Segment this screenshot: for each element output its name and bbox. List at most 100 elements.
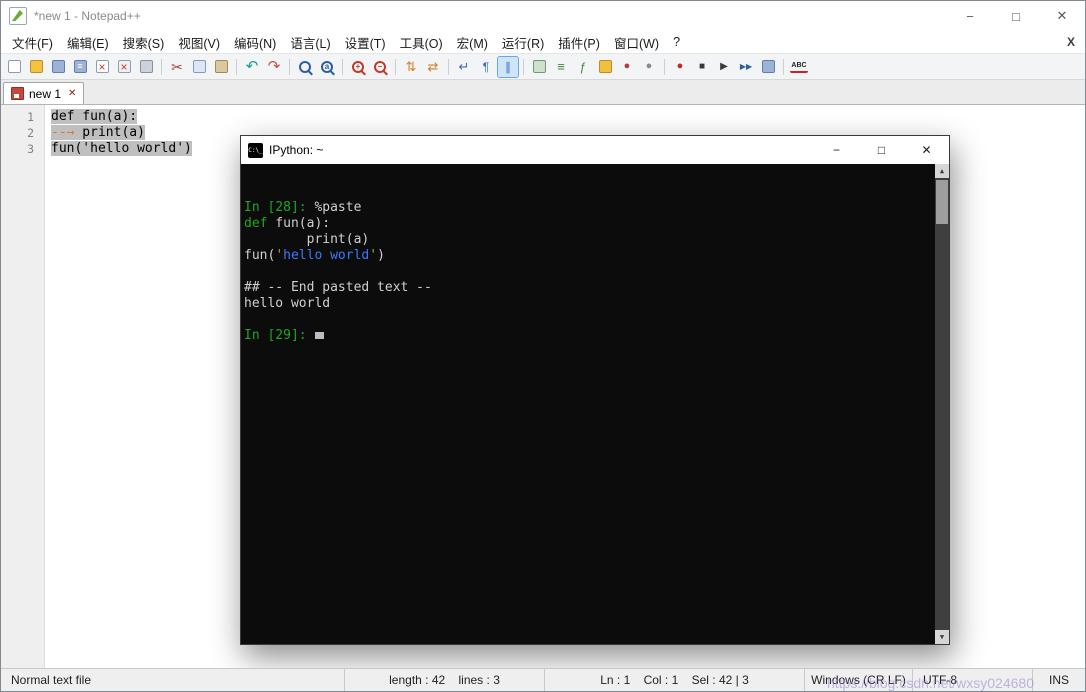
console-text: ' — [369, 248, 377, 263]
statusbar-encoding[interactable]: UTF-8 — [913, 669, 1033, 691]
spell-check-icon[interactable]: ABC — [789, 57, 809, 77]
menu-item-encoding[interactable]: 编码(N) — [227, 31, 283, 54]
save-all-icon[interactable]: ≡ — [70, 57, 90, 77]
menu-item-file[interactable]: 文件(F) — [5, 31, 60, 54]
scroll-down-icon[interactable]: ▼ — [935, 630, 949, 644]
cut-glyph: ✂ — [170, 60, 184, 73]
toolbar-separator — [395, 59, 396, 75]
redo-glyph: ↷ — [267, 60, 282, 73]
editor-area[interactable]: 123 def fun(a):--→ print(a)fun('hello wo… — [1, 105, 1085, 668]
copy-icon[interactable] — [189, 57, 209, 77]
menu-item-macro[interactable]: 宏(M) — [450, 31, 495, 54]
find-icon[interactable] — [295, 57, 315, 77]
function-list-glyph: ƒ — [577, 60, 590, 73]
plugin-yellow-glyph — [599, 60, 612, 73]
window-controls: − □ ✕ — [947, 1, 1085, 31]
line-number-gutter: 123 — [1, 105, 45, 668]
menu-item-tools[interactable]: 工具(O) — [393, 31, 450, 54]
console-minimize-button[interactable]: − — [814, 136, 859, 164]
save-all-glyph: ≡ — [74, 60, 87, 73]
console-title-bar[interactable]: C:\_ IPython: ~ − □ ✕ — [241, 136, 949, 164]
show-all-characters-glyph: ¶ — [480, 60, 493, 73]
scrollbar-thumb[interactable] — [936, 180, 948, 224]
show-all-characters-icon[interactable]: ¶ — [476, 57, 496, 77]
menu-item-plugins[interactable]: 插件(P) — [551, 31, 607, 54]
statusbar-eol-format[interactable]: Windows (CR LF) — [805, 669, 913, 691]
document-map-icon[interactable] — [529, 57, 549, 77]
console-cursor — [315, 332, 324, 339]
close-all-icon[interactable]: × — [114, 57, 134, 77]
menu-item-window[interactable]: 窗口(W) — [607, 31, 666, 54]
code-text: def fun(a): — [51, 109, 137, 124]
macro-play-icon[interactable]: ▶ — [714, 57, 734, 77]
show-indent-guide-glyph: ∥ — [502, 60, 515, 73]
unsaved-file-icon — [11, 87, 24, 100]
menu-item-run[interactable]: 运行(R) — [495, 31, 551, 54]
maximize-button[interactable]: □ — [993, 1, 1039, 31]
replace-glyph: a — [321, 61, 333, 73]
line-number: 3 — [1, 141, 44, 157]
tab-new-1[interactable]: new 1 ✕ — [3, 82, 84, 104]
console-text: def — [244, 216, 267, 231]
macro-record-icon[interactable]: ● — [670, 57, 690, 77]
code-line: def fun(a): — [51, 109, 1085, 125]
macro-run-multiple-icon[interactable]: ▶▶ — [736, 57, 756, 77]
document-list-icon[interactable]: ≡ — [551, 57, 571, 77]
sync-scroll-horizontal-icon[interactable]: ⇄ — [423, 57, 443, 77]
plugin-yellow-icon[interactable] — [595, 57, 615, 77]
undo-icon[interactable]: ↶ — [242, 57, 262, 77]
zoom-out-icon[interactable]: − — [370, 57, 390, 77]
tab-close-icon[interactable]: ✕ — [68, 88, 76, 99]
undo-glyph: ↶ — [245, 60, 260, 73]
menu-close-icon[interactable]: X — [1067, 35, 1075, 49]
menu-item-settings[interactable]: 设置(T) — [338, 31, 393, 54]
menu-item-edit[interactable]: 编辑(E) — [60, 31, 116, 54]
macro-run-multiple-glyph: ▶▶ — [739, 60, 753, 73]
open-file-glyph — [30, 60, 43, 73]
cmd-icon: C:\_ — [248, 143, 263, 158]
macro-save-icon[interactable] — [758, 57, 778, 77]
cut-icon[interactable]: ✂ — [167, 57, 187, 77]
console-output: In [28]: %pastedef fun(a): print(a)fun('… — [244, 200, 931, 344]
console-body[interactable]: In [28]: %pastedef fun(a): print(a)fun('… — [241, 164, 949, 644]
toolbar-separator — [523, 59, 524, 75]
sync-scroll-vertical-icon[interactable]: ⇅ — [401, 57, 421, 77]
word-wrap-icon[interactable]: ↵ — [454, 57, 474, 77]
zoom-in-icon[interactable]: + — [348, 57, 368, 77]
menu-item-view[interactable]: 视图(V) — [171, 31, 227, 54]
console-maximize-button[interactable]: □ — [859, 136, 904, 164]
replace-icon[interactable]: a — [317, 57, 337, 77]
macro-stop-icon[interactable]: ■ — [692, 57, 712, 77]
console-text: hello world — [244, 296, 330, 311]
save-file-glyph — [52, 60, 65, 73]
minimize-button[interactable]: − — [947, 1, 993, 31]
menu-item-language[interactable]: 语言(L) — [283, 31, 337, 54]
close-file-icon[interactable]: × — [92, 57, 112, 77]
console-line: hello world — [244, 296, 931, 312]
menu-item-help[interactable]: ? — [666, 33, 687, 51]
plugin-red-icon[interactable]: ● — [617, 57, 637, 77]
statusbar-doc-type: Normal text file — [1, 669, 345, 691]
plugin-gray-icon[interactable]: ● — [639, 57, 659, 77]
zoom-in-glyph: + — [352, 61, 364, 73]
print-icon[interactable] — [136, 57, 156, 77]
copy-glyph — [193, 60, 206, 73]
open-file-icon[interactable] — [26, 57, 46, 77]
paste-icon[interactable] — [211, 57, 231, 77]
show-indent-guide-icon[interactable]: ∥ — [498, 57, 518, 77]
save-file-icon[interactable] — [48, 57, 68, 77]
menu-item-search[interactable]: 搜索(S) — [116, 31, 172, 54]
toolbar-separator — [783, 59, 784, 75]
statusbar-insert-mode[interactable]: INS — [1033, 669, 1085, 691]
console-scrollbar[interactable]: ▲ ▼ — [935, 164, 949, 644]
line-number: 2 — [1, 125, 44, 141]
close-button[interactable]: ✕ — [1039, 1, 1085, 31]
console-close-button[interactable]: ✕ — [904, 136, 949, 164]
console-line: In [29]: — [244, 328, 931, 344]
new-file-icon[interactable] — [4, 57, 24, 77]
scroll-up-icon[interactable]: ▲ — [935, 164, 949, 178]
function-list-icon[interactable]: ƒ — [573, 57, 593, 77]
ipython-console-window: C:\_ IPython: ~ − □ ✕ In [28]: %pastedef… — [240, 135, 950, 645]
redo-icon[interactable]: ↷ — [264, 57, 284, 77]
new-file-glyph — [8, 60, 21, 73]
